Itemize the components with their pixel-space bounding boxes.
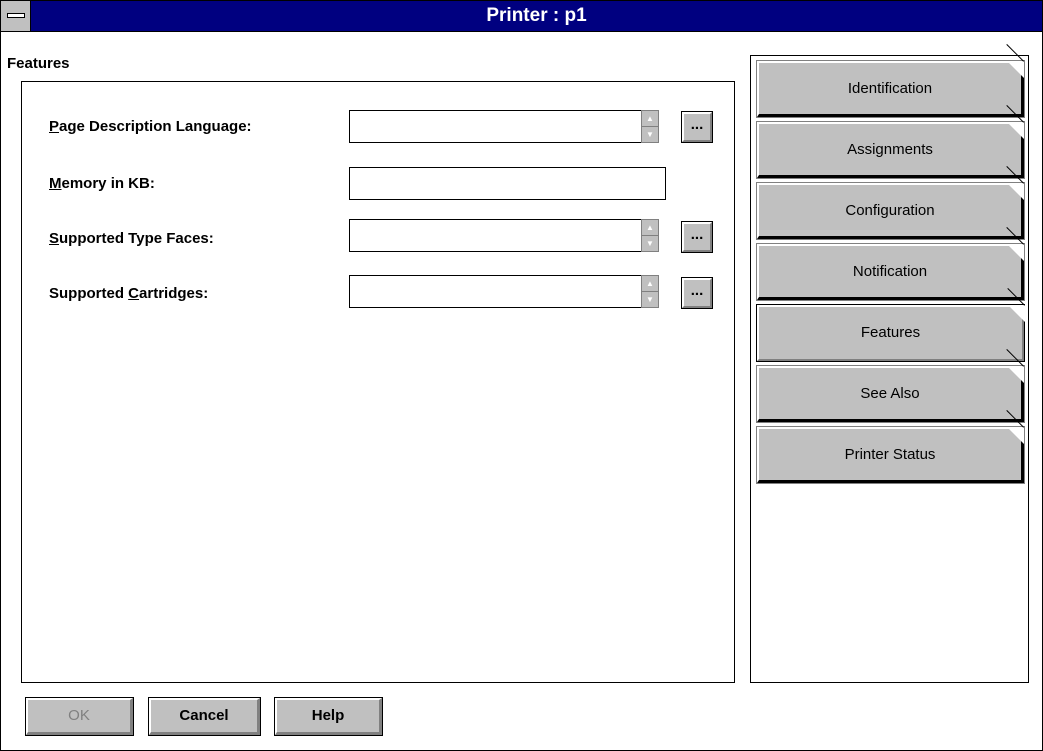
system-menu-button[interactable] [1,1,31,31]
label-prefix: Supported [49,285,129,302]
features-panel: Page Description Language: ▲ ▼ ... Memor… [21,81,735,683]
label-suffix: emory in KB: [61,175,155,192]
tab-printer-status[interactable]: Printer Status [756,410,1025,484]
tab-label: Printer Status [844,446,936,463]
supported-type-faces-label: Supported Type Faces: [49,230,214,247]
supported-type-faces-browse-button[interactable]: ... [681,221,713,253]
help-button[interactable]: Help [274,697,383,736]
folded-corner-icon [1007,61,1024,78]
label-accelerator: C [128,285,140,302]
supported-cartridges-field[interactable] [349,275,659,308]
label-accelerator: S [49,230,60,247]
supported-type-faces-spinner[interactable]: ▲ ▼ [641,219,659,252]
tab-label: Notification [852,263,928,280]
section-title: Features [7,55,70,72]
cancel-button[interactable]: Cancel [148,697,261,736]
supported-type-faces-field[interactable] [349,219,659,252]
label-suffix: age Description Language: [59,118,252,135]
ok-button[interactable]: OK [25,697,134,736]
tab-features[interactable]: Features [756,288,1025,362]
tab-label: Features [860,324,921,341]
tab-label: Identification [847,80,933,97]
printer-dialog-window: Printer : p1 Features Page Description L… [0,0,1043,751]
label-accelerator: P [49,118,60,135]
supported-cartridges-spinner[interactable]: ▲ ▼ [641,275,659,308]
folded-corner-edge [1006,44,1024,62]
spinner-down-icon[interactable]: ▼ [642,127,658,142]
tab-configuration[interactable]: Configuration [756,166,1025,240]
page-description-language-label: Page Description Language: [49,118,252,135]
folded-corner-icon [1007,122,1024,139]
spinner-down-icon[interactable]: ▼ [642,292,658,307]
tab-assignments[interactable]: Assignments [756,105,1025,179]
spinner-down-icon[interactable]: ▼ [642,236,658,251]
folded-corner-icon [1007,183,1024,200]
title-bar: Printer : p1 [1,1,1042,32]
window-title: Printer : p1 [486,5,587,26]
tab-notification[interactable]: Notification [756,227,1025,301]
folded-corner-icon [1007,366,1024,383]
memory-in-kb-field[interactable] [349,167,666,200]
folded-corner-icon [1008,305,1025,322]
supported-cartridges-label: Supported Cartridges: [49,285,208,302]
label-accelerator: M [49,175,62,192]
page-description-language-browse-button[interactable]: ... [681,111,713,143]
spinner-up-icon[interactable]: ▲ [642,220,658,236]
page-description-language-spinner[interactable]: ▲ ▼ [641,110,659,143]
tab-label: See Also [860,385,920,402]
label-suffix: artridges: [139,285,209,302]
tab-identification[interactable]: Identification [756,44,1025,118]
tab-label: Assignments [847,141,933,158]
spinner-up-icon[interactable]: ▲ [642,276,658,292]
supported-cartridges-browse-button[interactable]: ... [681,277,713,309]
tab-see-also[interactable]: See Also [756,349,1025,423]
spinner-up-icon[interactable]: ▲ [642,111,658,127]
folded-corner-icon [1007,427,1024,444]
tab-label: Configuration [845,202,935,219]
tab-list: Identification Assignments Configuration… [750,44,1029,683]
memory-in-kb-label: Memory in KB: [49,175,155,192]
label-suffix: upported Type Faces: [59,230,214,247]
folded-corner-icon [1007,244,1024,261]
system-menu-icon [7,13,25,18]
page-description-language-field[interactable] [349,110,659,143]
